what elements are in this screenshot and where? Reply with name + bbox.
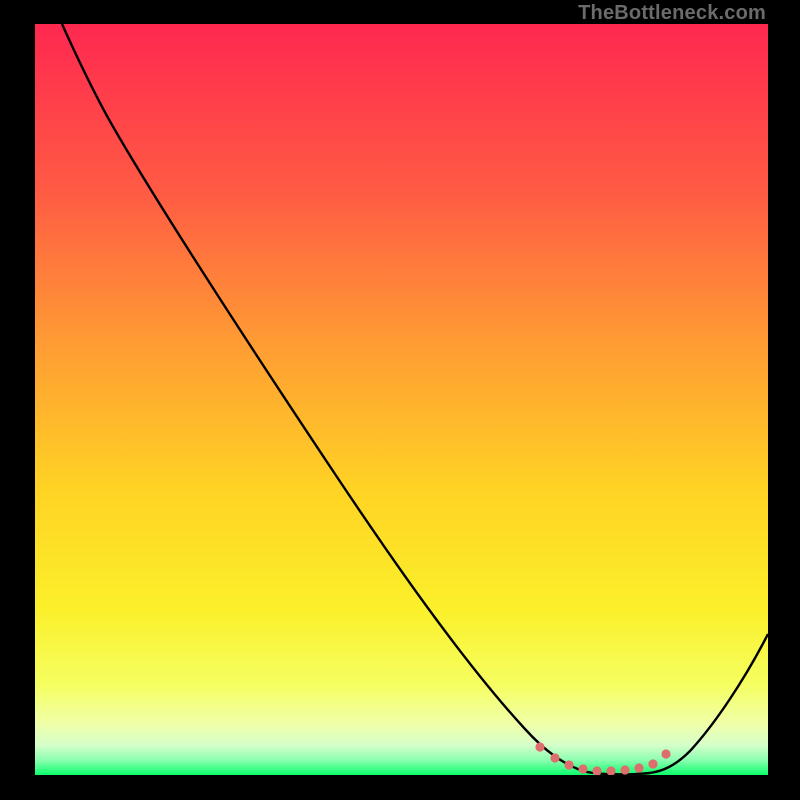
plot-area (35, 24, 768, 775)
bottleneck-curve (35, 24, 768, 775)
watermark-text: TheBottleneck.com (578, 2, 766, 25)
chart-frame: TheBottleneck.com (0, 0, 800, 800)
optimal-band-markers (535, 742, 670, 775)
curve-path (62, 24, 768, 774)
